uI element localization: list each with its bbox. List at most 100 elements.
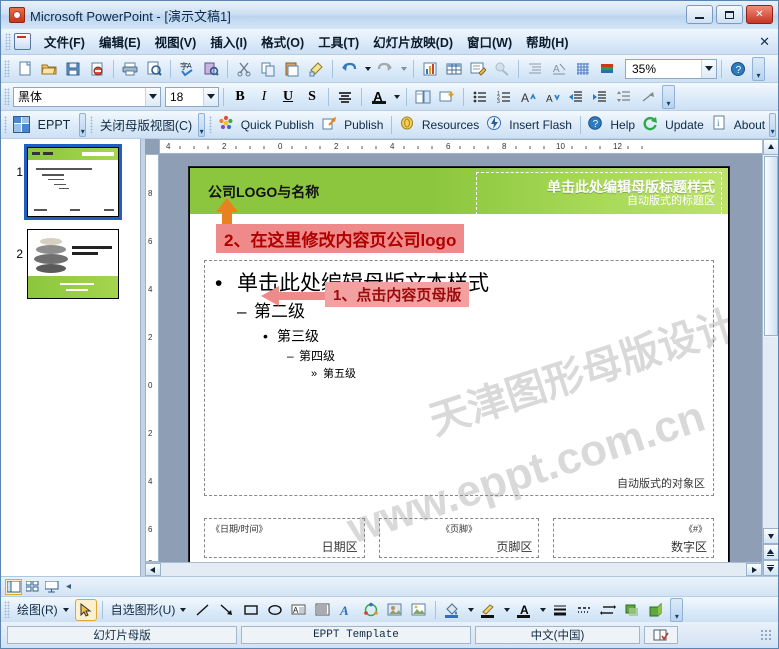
eppt-help-button[interactable]: ? Help <box>584 115 639 134</box>
design-icon[interactable] <box>412 86 434 108</box>
scroll-right-button[interactable] <box>746 563 762 576</box>
clip-art-icon[interactable] <box>384 599 406 621</box>
eppt-tools-grip[interactable] <box>209 116 212 133</box>
normal-view-button[interactable] <box>5 578 22 595</box>
help-icon[interactable]: ? <box>727 58 749 80</box>
insert-table-icon[interactable] <box>443 58 465 80</box>
scroll-up-button[interactable] <box>762 139 778 155</box>
font-color-button[interactable]: A <box>367 86 389 108</box>
eppt-toolbar-overflow[interactable]: ▾ <box>769 112 776 137</box>
scroll-left-button[interactable] <box>145 563 161 576</box>
vertical-text-box-icon[interactable] <box>312 599 334 621</box>
slideshow-view-button[interactable] <box>43 579 60 595</box>
insert-diagram-icon[interactable] <box>467 58 489 80</box>
menu-slideshow[interactable]: 幻灯片放映(D) <box>366 29 460 54</box>
previous-slide-button[interactable] <box>762 544 778 560</box>
document-control-icon[interactable] <box>14 33 31 50</box>
update-button[interactable]: Update <box>639 115 708 134</box>
close-button[interactable]: ✕ <box>746 5 773 24</box>
bullets-icon[interactable] <box>469 86 491 108</box>
eppt-menu-label[interactable]: EPPT <box>34 118 75 132</box>
about-button[interactable]: i About <box>708 115 769 134</box>
menu-edit[interactable]: 编辑(E) <box>92 29 148 54</box>
scroll-down-button[interactable] <box>762 528 778 544</box>
slide-thumbnail-1-row[interactable]: 1 <box>7 144 122 220</box>
diagram-icon[interactable] <box>360 599 382 621</box>
numbering-icon[interactable]: 123 <box>493 86 515 108</box>
new-document-icon[interactable] <box>14 58 36 80</box>
menu-format[interactable]: 格式(O) <box>254 29 311 54</box>
decrease-font-icon[interactable]: A <box>541 86 563 108</box>
view-bar-caret-icon[interactable] <box>62 581 74 593</box>
permission-icon[interactable] <box>86 58 108 80</box>
vertical-ruler[interactable]: 8 6 4 2 0 2 4 6 8 <box>145 154 159 562</box>
drawing-toolbar-grip[interactable] <box>4 601 10 618</box>
new-slide-icon[interactable] <box>436 86 458 108</box>
fill-color-dropdown-icon[interactable] <box>465 599 475 621</box>
menu-window[interactable]: 窗口(W) <box>460 29 519 54</box>
draw-menu-button[interactable]: 绘图(R) <box>13 601 62 618</box>
dash-style-icon[interactable] <box>573 599 595 621</box>
undo-icon[interactable] <box>338 58 360 80</box>
horizontal-scrollbar-track[interactable] <box>161 563 746 576</box>
eppt-overflow-2[interactable]: ▾ <box>198 112 206 137</box>
formatting-toolbar-overflow[interactable]: ▾ <box>662 84 675 109</box>
menu-view[interactable]: 视图(V) <box>148 29 204 54</box>
slides-pane[interactable]: 1 2 <box>1 139 141 576</box>
slide-sorter-view-button[interactable] <box>24 579 41 595</box>
font-color-icon-dropdown[interactable] <box>537 599 547 621</box>
slide-thumbnail-2[interactable] <box>27 229 119 299</box>
increase-font-icon[interactable]: A <box>517 86 539 108</box>
maximize-button[interactable] <box>716 5 743 24</box>
vertical-scrollbar[interactable] <box>762 139 778 576</box>
align-center-icon[interactable] <box>334 86 356 108</box>
line-spacing-icon[interactable] <box>613 86 635 108</box>
horizontal-ruler[interactable]: 4 2 0 2 4 6 8 10 12 <box>159 139 764 154</box>
eppt-toolbar-grip[interactable] <box>4 116 7 133</box>
research-icon[interactable] <box>200 58 222 80</box>
text-box-icon[interactable]: A <box>288 599 310 621</box>
insert-chart-icon[interactable] <box>419 58 441 80</box>
font-name-combo[interactable]: 黑体 <box>13 86 161 107</box>
arrow-icon[interactable] <box>216 599 238 621</box>
standard-toolbar-grip[interactable] <box>4 60 10 77</box>
paste-icon[interactable] <box>281 58 303 80</box>
undo-dropdown-icon[interactable] <box>362 58 372 80</box>
select-arrow-icon[interactable] <box>74 598 97 621</box>
slide-thumbnail-2-row[interactable]: 2 <box>7 229 119 299</box>
zoom-combo[interactable]: 35% <box>625 58 717 79</box>
vertical-scrollbar-track[interactable] <box>762 337 778 528</box>
insert-hyperlink-icon[interactable] <box>491 58 513 80</box>
formatting-toolbar-grip[interactable] <box>4 88 10 105</box>
wordart-icon[interactable]: A <box>336 599 358 621</box>
show-formatting-icon[interactable]: A <box>548 58 570 80</box>
picture-icon[interactable] <box>408 599 430 621</box>
menu-help[interactable]: 帮助(H) <box>519 29 575 54</box>
font-size-combo[interactable]: 18 <box>165 86 219 107</box>
shadow-style-icon[interactable] <box>621 599 643 621</box>
spell-check-icon[interactable]: 字A <box>176 58 198 80</box>
line-icon[interactable] <box>192 599 214 621</box>
line-color-icon[interactable] <box>477 599 499 621</box>
copy-icon[interactable] <box>257 58 279 80</box>
arrow-style-icon[interactable] <box>597 599 619 621</box>
save-disk-icon[interactable] <box>62 58 84 80</box>
menu-file[interactable]: 文件(F) <box>37 29 92 54</box>
vertical-scrollbar-thumb[interactable] <box>763 156 778 336</box>
status-language[interactable]: 中文(中国) <box>475 626 640 644</box>
slide-number-placeholder[interactable]: 《#》 数字区 <box>553 518 715 558</box>
italic-button[interactable]: I <box>253 86 275 108</box>
font-name-dropdown-arrow[interactable] <box>145 87 160 106</box>
standard-toolbar-overflow[interactable]: ▾ <box>752 56 765 81</box>
print-preview-icon[interactable] <box>143 58 165 80</box>
font-color-dropdown-icon[interactable] <box>391 86 401 108</box>
close-document-button[interactable]: ✕ <box>759 34 770 50</box>
shadow-button[interactable]: S <box>301 86 323 108</box>
slide-master-canvas[interactable]: 天津图形母版设计公司 www.eppt.com.cn 公司LOGO与名称 单击此… <box>189 167 729 567</box>
spell-check-status-icon[interactable] <box>644 626 678 644</box>
cut-scissors-icon[interactable] <box>233 58 255 80</box>
resize-grip[interactable] <box>760 629 772 641</box>
oval-icon[interactable] <box>264 599 286 621</box>
zoom-dropdown-arrow[interactable] <box>701 59 716 78</box>
eppt-overflow-1[interactable]: ▾ <box>79 112 87 137</box>
